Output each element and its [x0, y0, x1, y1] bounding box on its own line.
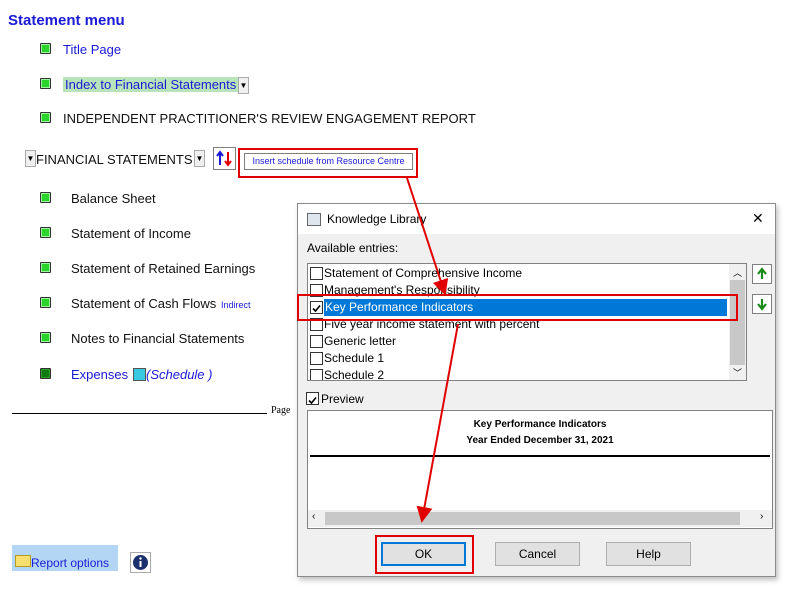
annotation-arrows — [406, 177, 459, 523]
arrow-to-entry — [406, 177, 449, 296]
arrow-to-ok — [416, 323, 459, 523]
